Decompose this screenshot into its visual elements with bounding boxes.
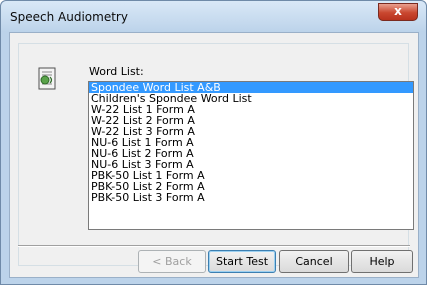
dialog-client-area: Word List: Spondee Word List A&B Children… (9, 32, 419, 278)
word-list-item[interactable]: PBK-50 List 3 Form A (89, 192, 413, 203)
button-separator (18, 245, 410, 247)
dialog-window: Speech Audiometry x Word List: Spondee W… (0, 0, 427, 285)
help-button[interactable]: Help (351, 250, 413, 273)
cancel-button[interactable]: Cancel (279, 250, 349, 273)
close-button[interactable]: x (378, 3, 418, 21)
window-title: Speech Audiometry (10, 10, 128, 24)
back-button[interactable]: < Back (138, 250, 206, 273)
start-test-button[interactable]: Start Test (208, 250, 276, 273)
word-list-box[interactable]: Spondee Word List A&B Children's Spondee … (88, 81, 414, 230)
word-list-label: Word List: (89, 65, 144, 78)
title-bar[interactable]: Speech Audiometry x (1, 1, 426, 32)
word-list-group: Word List: Spondee Word List A&B Children… (18, 43, 414, 266)
document-speaker-icon (38, 67, 56, 90)
